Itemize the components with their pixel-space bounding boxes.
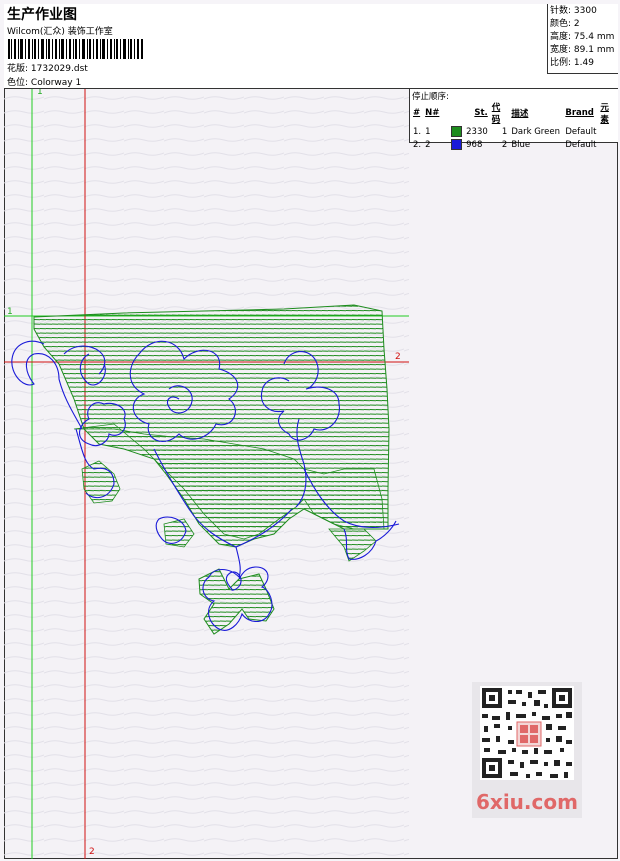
colorway-value: Colorway 1 (30, 78, 82, 88)
stats-panel: 针数: 3300 颜色: 2 高度: 75.4 mm 宽度: 89.1 mm 比… (547, 4, 618, 74)
pattern-value: 1732029.dst (30, 64, 88, 74)
watermark: 6xiu.com (476, 790, 578, 814)
pattern-label: 花版: (7, 64, 29, 74)
guide-label-v1: 1 (37, 89, 43, 97)
guide-label-h2: 2 (395, 352, 401, 362)
colorway-label: 色位: (7, 78, 29, 88)
table-row[interactable]: 2. 2 968 2 Blue Default (411, 138, 618, 151)
stat-colors: 颜色: 2 (550, 19, 580, 29)
header: 生产作业图 Wilcom(汇众) 装饰工作室 花版: 1732029.dst 色… (4, 4, 618, 89)
pattern-info: 花版: 1732029.dst (7, 61, 88, 74)
barcode (8, 39, 143, 59)
guide-label-v2: 2 (89, 847, 95, 857)
color-swatch (451, 139, 463, 150)
design-canvas: 1 1 2 2 (4, 89, 409, 859)
colorway-info: 色位: Colorway 1 (7, 75, 81, 88)
guide-label-h1: 1 (7, 307, 13, 317)
stat-stitches: 针数: 3300 (550, 6, 597, 16)
stop-sequence-panel: 停止顺序: # N# St. 代码 描述 Brand 元素 1. 1 2330 … (409, 89, 618, 150)
embroidery-preview (4, 89, 409, 859)
page-title: 生产作业图 (7, 7, 77, 23)
stat-scale: 比例: 1.49 (550, 58, 594, 68)
stat-height: 高度: 75.4 mm (550, 32, 615, 42)
stat-width: 宽度: 89.1 mm (550, 45, 615, 55)
company-name: Wilcom(汇众) 装饰工作室 (7, 27, 113, 37)
color-swatch (451, 126, 463, 137)
stop-sequence-table: # N# St. 代码 描述 Brand 元素 1. 1 2330 1 Dark… (411, 101, 618, 151)
table-header: # N# St. 代码 描述 Brand 元素 (413, 103, 609, 125)
table-row[interactable]: 1. 1 2330 1 Dark Green Default (411, 125, 618, 138)
